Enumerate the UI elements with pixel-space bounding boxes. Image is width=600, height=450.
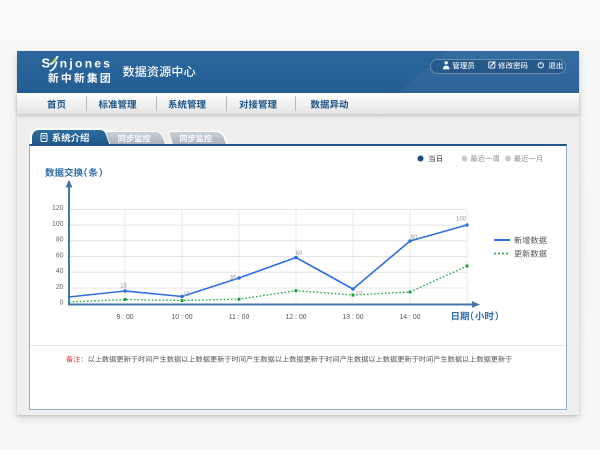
- svg-text:18: 18: [120, 283, 127, 289]
- svg-text:40: 40: [56, 268, 64, 275]
- svg-text:10: 10: [183, 292, 190, 298]
- svg-text:njones: njones: [60, 57, 112, 71]
- svg-text:11 : 00: 11 : 00: [229, 314, 250, 321]
- svg-text:80: 80: [411, 235, 418, 241]
- svg-text:80: 80: [56, 237, 64, 244]
- svg-text:9 : 00: 9 : 00: [116, 314, 133, 321]
- svg-text:10 : 00: 10 : 00: [171, 314, 192, 321]
- svg-text:0: 0: [60, 300, 64, 307]
- svg-text:60: 60: [56, 252, 64, 259]
- svg-text:10: 10: [355, 291, 362, 297]
- svg-text:60: 60: [296, 251, 303, 257]
- svg-text:14 : 00: 14 : 00: [399, 314, 420, 321]
- svg-text:13 : 00: 13 : 00: [342, 314, 363, 321]
- svg-text:20: 20: [56, 284, 64, 291]
- svg-text:100: 100: [456, 216, 467, 222]
- svg-text:S: S: [42, 56, 51, 71]
- svg-text:120: 120: [52, 205, 64, 212]
- svg-text:35: 35: [230, 275, 237, 281]
- svg-text:100: 100: [52, 221, 64, 228]
- svg-text:12 : 00: 12 : 00: [285, 314, 306, 321]
